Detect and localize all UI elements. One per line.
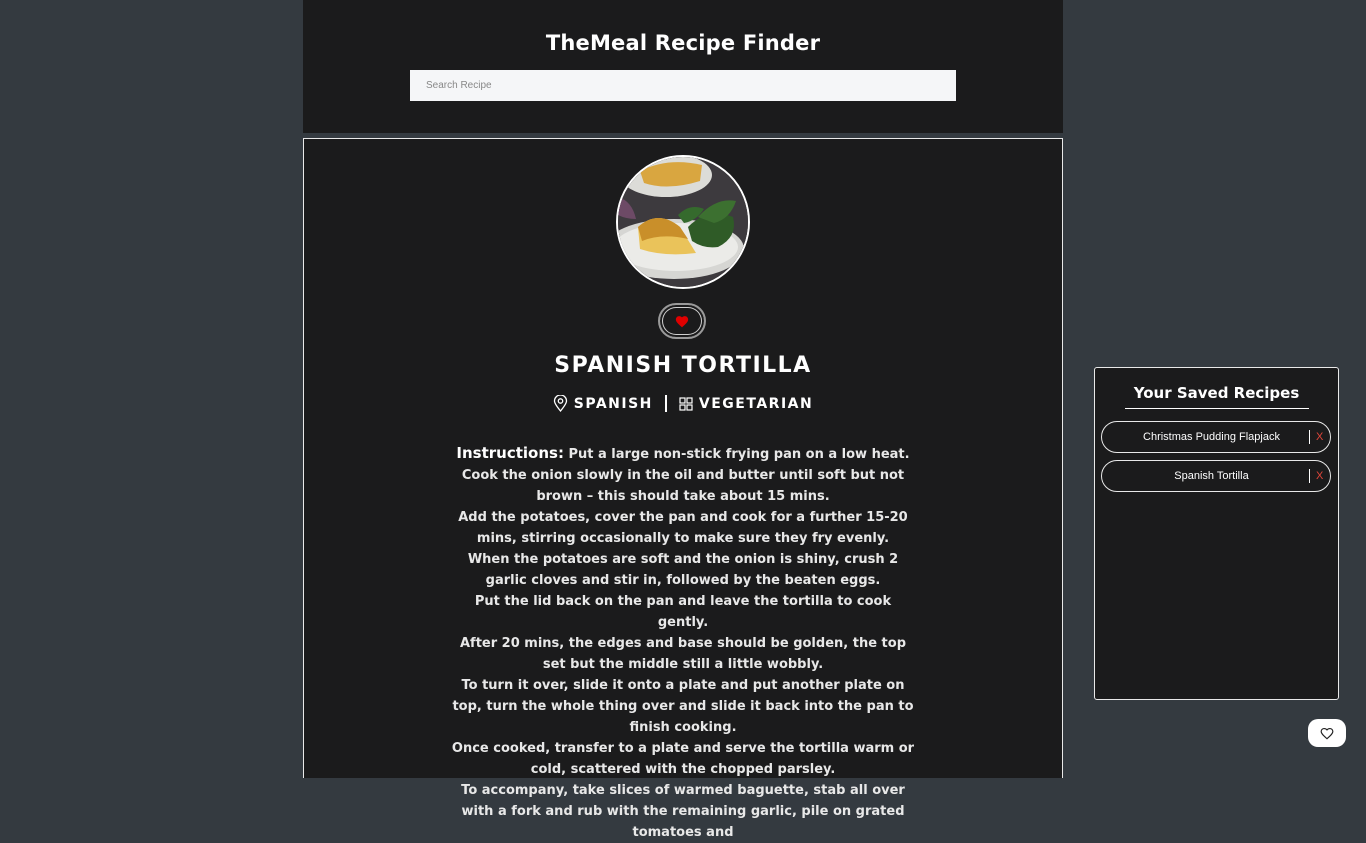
app-title: TheMeal Recipe Finder <box>545 31 821 55</box>
saved-recipe-name: Christmas Pudding Flapjack <box>1143 431 1280 443</box>
instructions-line: To turn it over, slide it onto a plate a… <box>452 678 914 735</box>
favorite-button[interactable] <box>658 303 706 339</box>
saved-recipes-title: Your Saved Recipes <box>1133 384 1300 402</box>
saved-title-underline <box>1125 408 1309 409</box>
meal-area: SPANISH <box>553 395 653 412</box>
saved-recipe-item[interactable]: Spanish Tortilla X <box>1101 460 1331 492</box>
instructions-line: Add the potatoes, cover the pan and cook… <box>458 510 908 546</box>
search-input[interactable] <box>410 70 956 101</box>
instructions-line: To accompany, take slices of warmed bagu… <box>461 783 905 840</box>
meal-name: SPANISH TORTILLA <box>554 353 812 378</box>
meal-image <box>616 155 750 289</box>
instructions-line: When the potatoes are soft and the onion… <box>467 552 899 588</box>
instructions-line: Instructions: Put a large non-stick fryi… <box>451 443 915 465</box>
instructions-line-text: Put a large non-stick frying pan on a lo… <box>568 447 910 462</box>
saved-recipes-panel: Your Saved Recipes Christmas Pudding Fla… <box>1094 367 1339 700</box>
saved-item-separator <box>1309 469 1310 483</box>
heart-filled-icon <box>675 315 689 328</box>
instructions: Instructions: Put a large non-stick fryi… <box>451 443 915 843</box>
location-pin-icon <box>553 395 568 412</box>
saved-item-separator <box>1309 430 1310 444</box>
meal-category: VEGETARIAN <box>679 396 813 412</box>
remove-saved-button[interactable]: X <box>1316 431 1330 443</box>
instructions-line: After 20 mins, the edges and base should… <box>459 636 906 672</box>
saved-recipe-item[interactable]: Christmas Pudding Flapjack X <box>1101 421 1331 453</box>
instructions-line: Put the lid back on the pan and leave th… <box>474 594 892 630</box>
remove-saved-button[interactable]: X <box>1316 470 1330 482</box>
meal-area-label: SPANISH <box>573 395 653 412</box>
recipe-card: SPANISH TORTILLA SPANISH VEGETARIAN Inst… <box>303 138 1063 840</box>
instructions-label: Instructions: <box>456 444 564 462</box>
instructions-line: Cook the onion slowly in the oil and but… <box>461 468 905 504</box>
meta-divider <box>664 395 667 412</box>
show-favorites-button[interactable] <box>1308 719 1346 747</box>
app-header: TheMeal Recipe Finder <box>303 0 1063 133</box>
instructions-line: Once cooked, transfer to a plate and ser… <box>451 741 915 777</box>
meal-category-label: VEGETARIAN <box>698 395 814 412</box>
heart-outline-icon <box>1320 727 1334 740</box>
meal-meta: SPANISH VEGETARIAN <box>304 395 1062 412</box>
grid-icon <box>679 396 693 411</box>
saved-recipe-name: Spanish Tortilla <box>1174 470 1249 482</box>
